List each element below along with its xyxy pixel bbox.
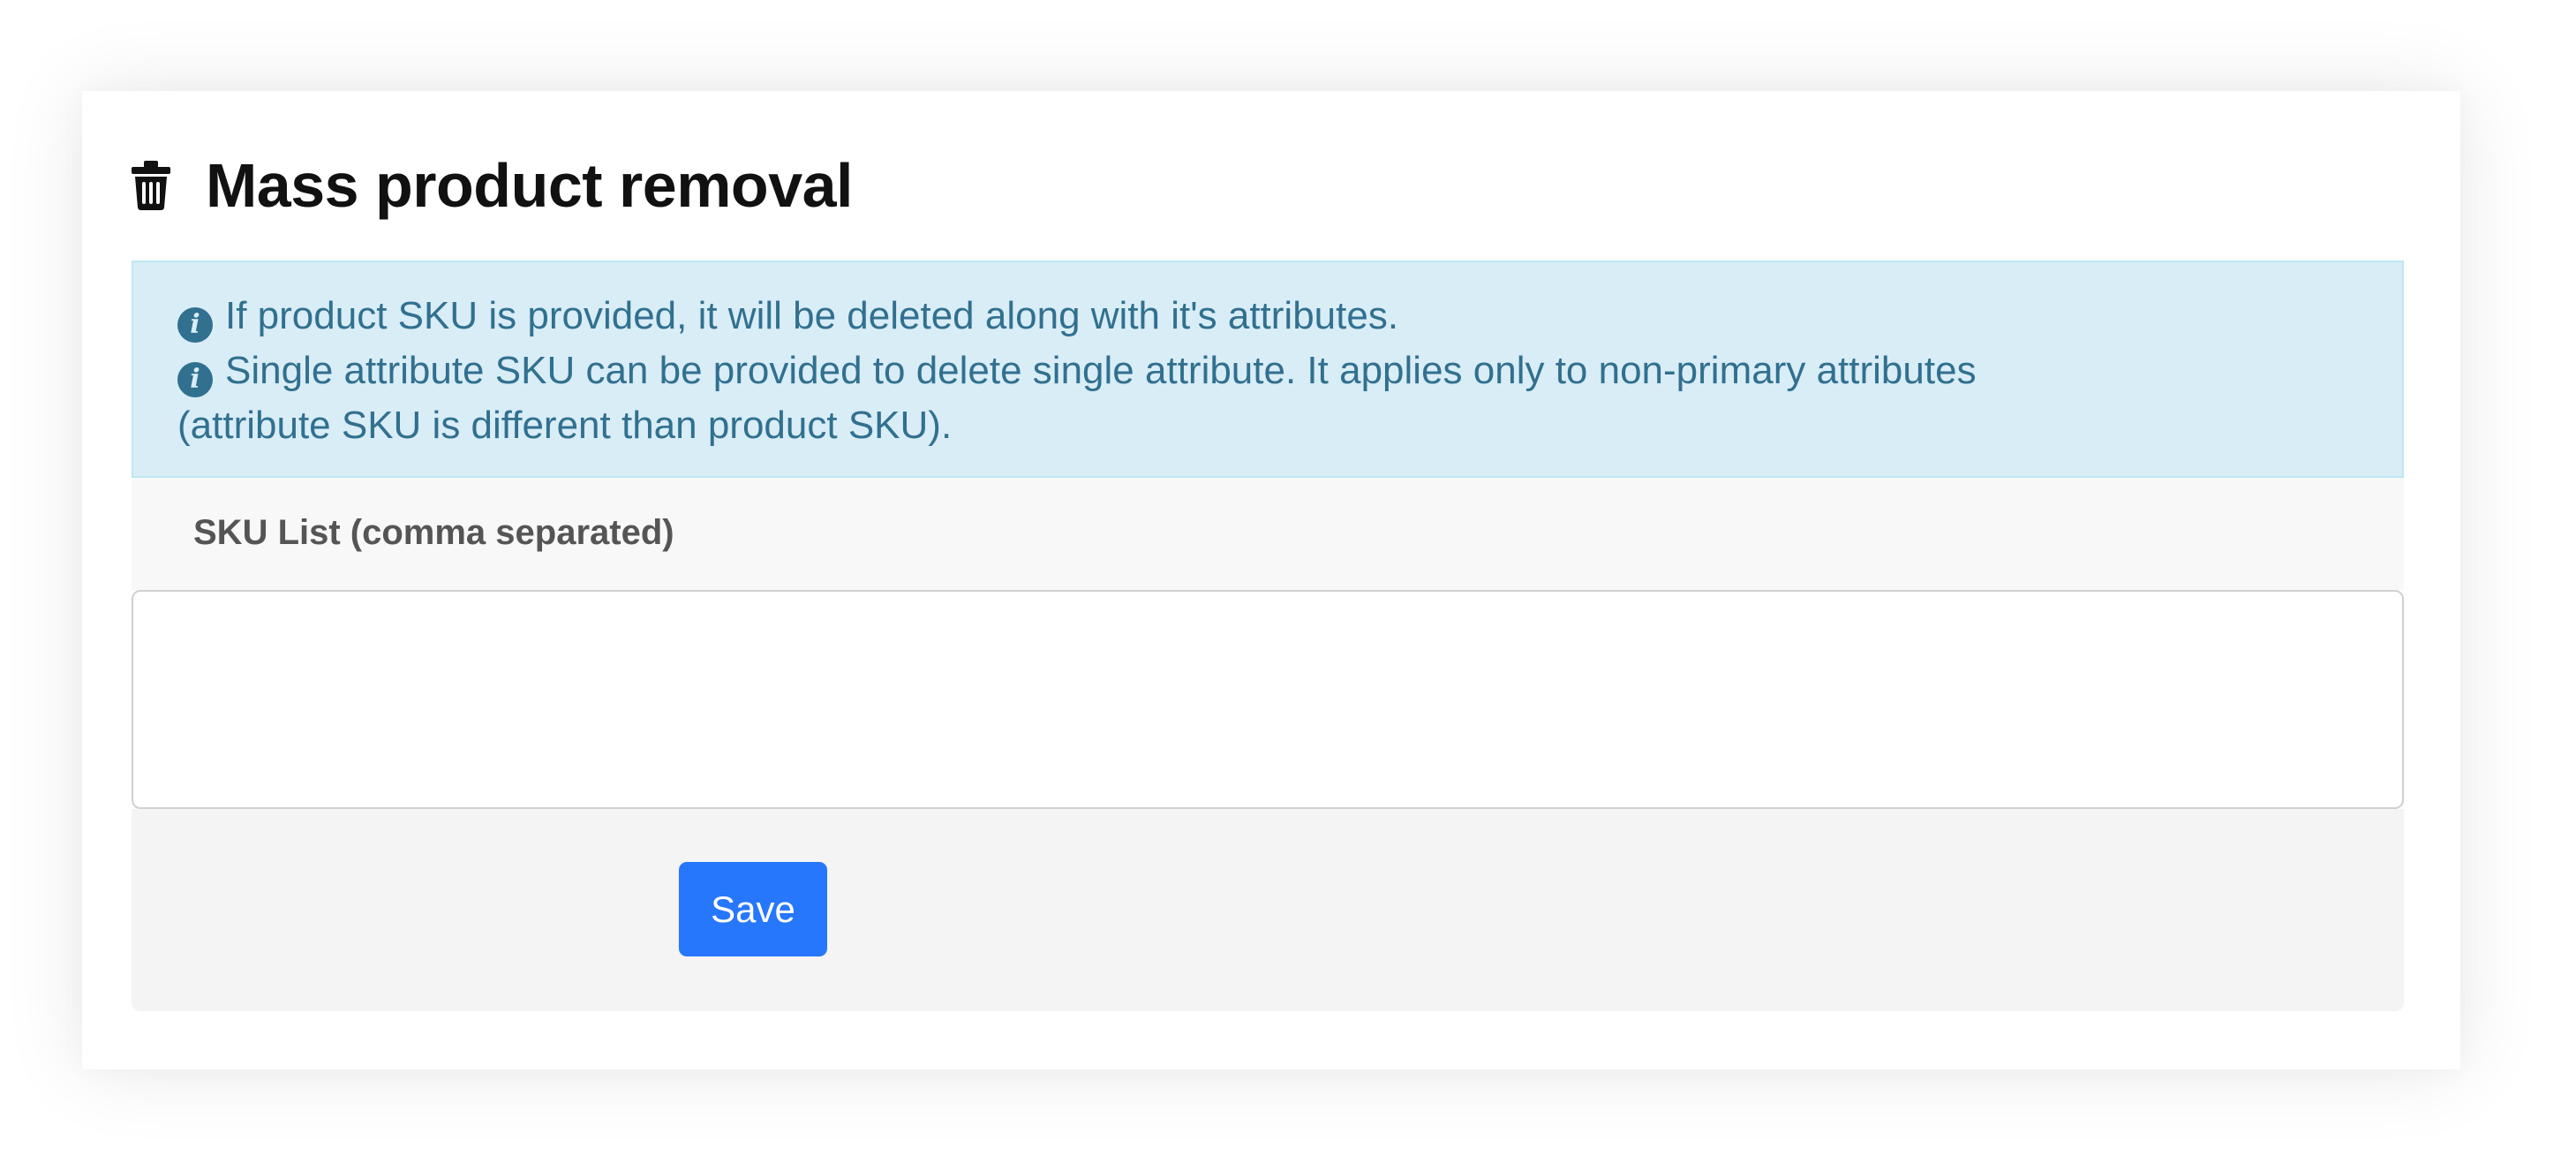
info-text-attribute-note: (attribute SKU is different than product… [177,404,953,447]
page-header: Mass product removal [132,146,854,225]
trash-icon [132,161,170,210]
info-alert: i If product SKU is provided, it will be … [132,261,2404,478]
info-circle-icon: i [177,307,213,343]
form-footer: Save [132,809,2404,1011]
sku-list-label: SKU List (comma separated) [193,513,674,552]
sku-label-row: SKU List (comma separated) [132,478,2404,590]
info-text-product-sku: If product SKU is provided, it will be d… [225,294,1399,337]
info-circle-icon: i [177,362,213,397]
info-line-sku: i If product SKU is provided, it will be … [177,289,2358,344]
info-text-attribute-sku: Single attribute SKU can be provided to … [225,349,1977,392]
info-line-attribute-note: (attribute SKU is different than product… [177,398,2358,453]
info-line-attribute: i Single attribute SKU can be provided to… [177,344,2358,398]
save-button[interactable]: Save [679,862,827,956]
mass-removal-panel: Mass product removal i If product SKU is … [82,91,2460,1070]
page-title: Mass product removal [206,151,854,220]
sku-list-textarea[interactable] [132,590,2404,809]
